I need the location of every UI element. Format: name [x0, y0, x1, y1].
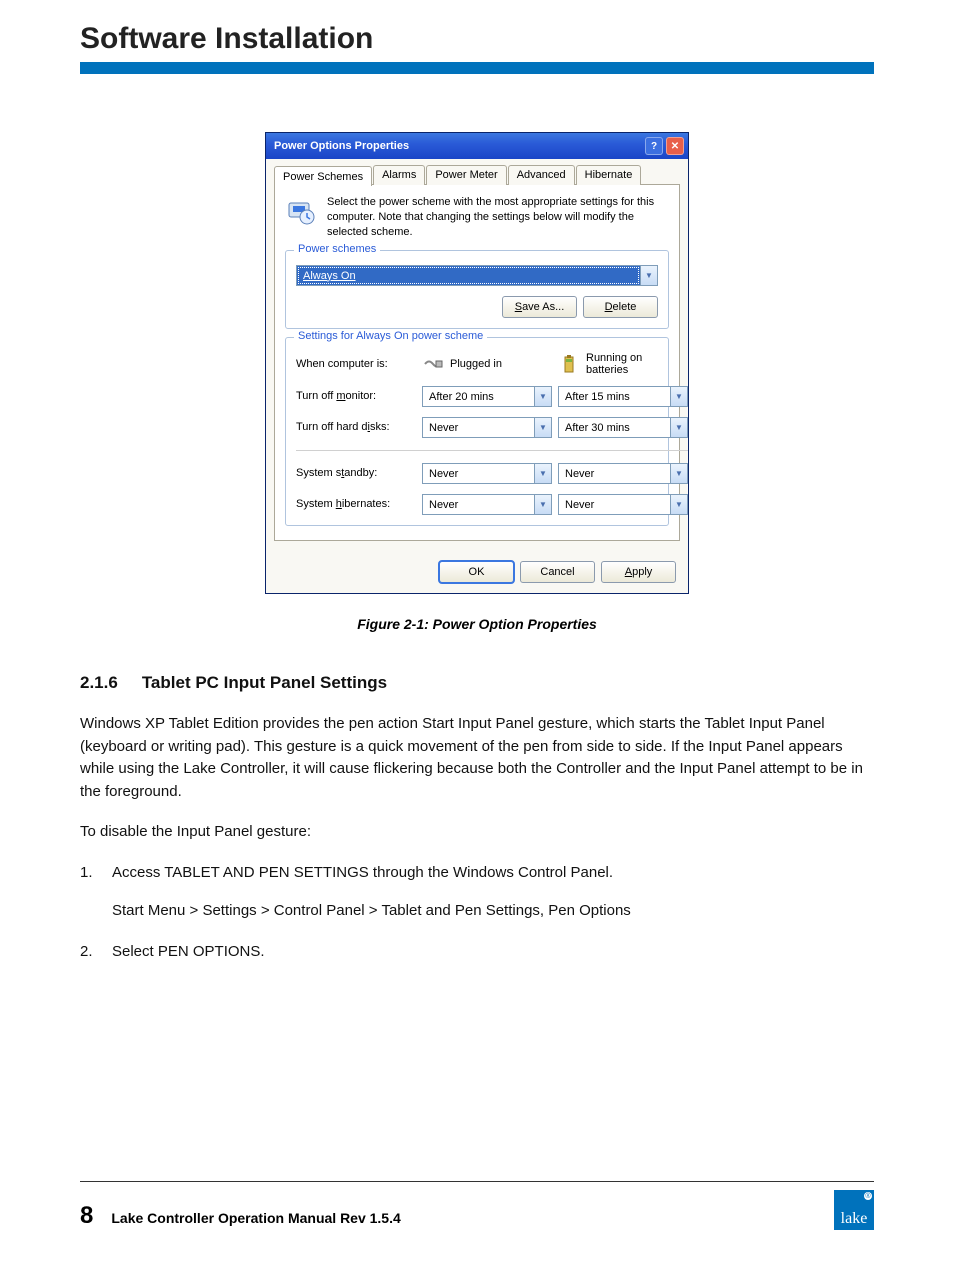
divider	[296, 450, 688, 451]
chevron-down-icon: ▼	[534, 418, 551, 437]
chevron-down-icon: ▼	[670, 495, 687, 514]
monitor-plugged-select[interactable]: After 20 mins▼	[422, 386, 552, 407]
header-accent-bar	[80, 62, 874, 74]
paragraph-1: Windows XP Tablet Edition provides the p…	[80, 713, 874, 803]
disks-plugged-select[interactable]: Never▼	[422, 417, 552, 438]
body-text: 2.1.6 Tablet PC Input Panel Settings Win…	[80, 670, 874, 964]
hibernate-battery-select[interactable]: Never▼	[558, 494, 688, 515]
power-icon	[285, 195, 317, 227]
standby-battery-select[interactable]: Never▼	[558, 463, 688, 484]
hibernate-plugged-select[interactable]: Never▼	[422, 494, 552, 515]
standby-plugged-select[interactable]: Never▼	[422, 463, 552, 484]
dialog-titlebar: Power Options Properties ? ✕	[266, 133, 688, 159]
plugged-in-icon	[422, 353, 444, 375]
tab-power-meter[interactable]: Power Meter	[426, 165, 506, 185]
tab-row: Power Schemes Alarms Power Meter Advance…	[274, 165, 680, 185]
label-turn-off-disks: Turn off hard disks:	[296, 421, 416, 433]
footer-title: Lake Controller Operation Manual Rev 1.5…	[111, 1210, 400, 1226]
ok-button[interactable]: OK	[439, 561, 514, 583]
power-schemes-fieldset: Power schemes Always On ▼ Save As... Del…	[285, 250, 669, 329]
page-footer: 8 Lake Controller Operation Manual Rev 1…	[80, 1181, 874, 1230]
section-title: Tablet PC Input Panel Settings	[142, 670, 387, 696]
delete-button[interactable]: Delete	[583, 296, 658, 318]
chevron-down-icon: ▼	[670, 387, 687, 406]
tab-advanced[interactable]: Advanced	[508, 165, 575, 185]
tab-hibernate[interactable]: Hibernate	[576, 165, 642, 185]
power-scheme-select[interactable]: Always On ▼	[296, 265, 658, 286]
power-scheme-selected: Always On	[297, 266, 640, 285]
section-number: 2.1.6	[80, 670, 118, 696]
step-1-sub: Start Menu > Settings > Control Panel > …	[112, 900, 874, 923]
tab-content: Select the power scheme with the most ap…	[274, 184, 680, 541]
chevron-down-icon: ▼	[640, 266, 657, 285]
label-system-hibernates: System hibernates:	[296, 498, 416, 510]
label-system-standby: System standby:	[296, 467, 416, 479]
cancel-button[interactable]: Cancel	[520, 561, 595, 583]
settings-fieldset: Settings for Always On power scheme When…	[285, 337, 669, 526]
save-as-button[interactable]: Save As...	[502, 296, 577, 318]
chevron-down-icon: ▼	[670, 464, 687, 483]
paragraph-2: To disable the Input Panel gesture:	[80, 821, 874, 844]
chevron-down-icon: ▼	[534, 464, 551, 483]
tab-power-schemes[interactable]: Power Schemes	[274, 166, 372, 186]
disks-battery-select[interactable]: After 30 mins▼	[558, 417, 688, 438]
section-heading: 2.1.6 Tablet PC Input Panel Settings	[80, 670, 874, 696]
apply-button[interactable]: Apply	[601, 561, 676, 583]
power-schemes-legend: Power schemes	[294, 243, 380, 255]
step-1: 1.Access TABLET AND PEN SETTINGS through…	[80, 862, 874, 885]
battery-icon	[558, 353, 580, 375]
page-number: 8	[80, 1202, 93, 1230]
dialog-title: Power Options Properties	[274, 140, 642, 152]
titlebar-help-button[interactable]: ?	[645, 137, 663, 155]
chevron-down-icon: ▼	[670, 418, 687, 437]
settings-legend: Settings for Always On power scheme	[294, 330, 487, 342]
page-header: Software Installation	[0, 0, 954, 56]
column-batteries: Running onbatteries	[558, 352, 688, 376]
lake-logo: lake	[834, 1190, 874, 1230]
chevron-down-icon: ▼	[534, 387, 551, 406]
tab-alarms[interactable]: Alarms	[373, 165, 425, 185]
dialog-intro-text: Select the power scheme with the most ap…	[327, 195, 669, 240]
label-turn-off-monitor: Turn off monitor:	[296, 390, 416, 402]
monitor-battery-select[interactable]: After 15 mins▼	[558, 386, 688, 407]
chevron-down-icon: ▼	[534, 495, 551, 514]
step-2: 2.Select PEN OPTIONS.	[80, 941, 874, 964]
figure-area: Power Options Properties ? ✕ Power Schem…	[0, 132, 954, 632]
label-when-computer-is: When computer is:	[296, 358, 416, 370]
column-plugged-in: Plugged in	[422, 353, 552, 375]
figure-caption: Figure 2-1: Power Option Properties	[0, 616, 954, 632]
titlebar-close-button[interactable]: ✕	[666, 137, 684, 155]
power-options-dialog: Power Options Properties ? ✕ Power Schem…	[265, 132, 689, 594]
